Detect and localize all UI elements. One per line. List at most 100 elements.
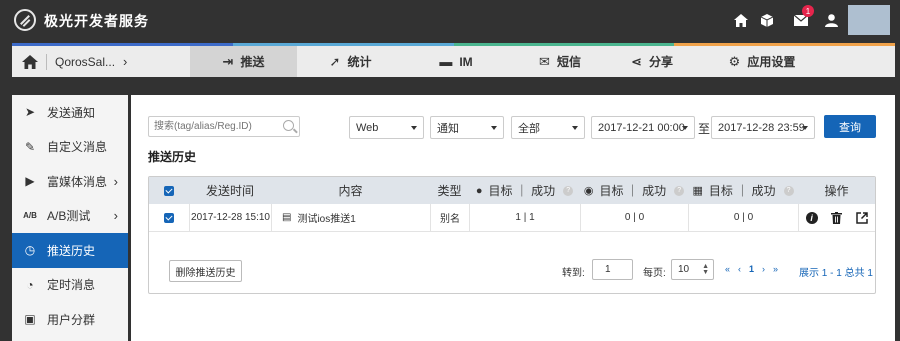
caret-down-icon (572, 126, 578, 130)
sidebar-item-send-notification[interactable]: ➤ 发送通知 (12, 95, 128, 130)
app-breadcrumb[interactable]: QorosSal... › (12, 46, 190, 77)
tab-push[interactable]: ⇥ 推送 (190, 46, 297, 77)
mail-icon[interactable]: 1 (788, 0, 814, 40)
main-nav: QorosSal... › ⇥ 推送 ➚ 统计 ▬ IM ✉ 短信 ⋖ 分享 ⚙… (12, 43, 895, 77)
sidebar-item-label: 自定义消息 (47, 140, 108, 155)
col-ios-label: 目标 ｜ 成功 (488, 184, 556, 198)
platform-select[interactable]: Web (349, 116, 424, 139)
cube-icon[interactable] (754, 0, 780, 40)
avatar[interactable] (848, 5, 890, 35)
search-icon[interactable] (283, 120, 294, 131)
info-icon: i (805, 211, 818, 224)
sidebar-item-rich-media[interactable]: ▶ 富媒体消息 › (12, 164, 128, 199)
spinner-icon: ▲ ▼ (702, 263, 709, 276)
jiguang-logo-icon[interactable] (14, 9, 36, 31)
send-icon: ➤ (24, 105, 36, 120)
col-type: 类型 (437, 184, 462, 198)
help-icon[interactable]: ? (783, 185, 794, 196)
per-page-value: 10 (678, 264, 690, 275)
message-type-select[interactable]: 通知 (430, 116, 504, 139)
home-icon[interactable] (728, 0, 754, 40)
sidebar-item-label: 定时消息 (47, 278, 96, 293)
goto-page-value: 1 (605, 264, 611, 275)
message-type-value: 通知 (437, 122, 459, 135)
tab-label: 统计 (347, 55, 372, 69)
row-checkbox[interactable] (164, 212, 174, 223)
cell-ios: 1 | 1 (469, 203, 580, 232)
delete-history-button[interactable]: 删除推送历史 (169, 260, 242, 282)
next-page-link[interactable]: › (762, 264, 765, 274)
main-content: Web 通知 全部 2017-12-21 00:00 至 2017-12-28 … (131, 95, 895, 341)
prev-page-link[interactable]: ‹ (738, 264, 741, 274)
windows-icon: ▦ (692, 185, 703, 197)
tab-label: 应用设置 (747, 55, 796, 69)
goto-page-input[interactable]: 1 (592, 259, 633, 280)
tab-label: 短信 (556, 55, 581, 69)
sidebar-item-label: 推送历史 (47, 243, 96, 258)
apple-icon: ● (475, 184, 483, 197)
breadcrumb-divider (46, 53, 47, 70)
sidebar: ➤ 发送通知 ✎ 自定义消息 ▶ 富媒体消息 › A/B A/B测试 › ◷ 推… (12, 95, 128, 341)
col-content: 内容 (338, 184, 363, 198)
section-title: 推送历史 (148, 150, 197, 164)
timer-icon: ◔ (26, 277, 34, 292)
document-icon: ▤ (282, 212, 292, 223)
brand-title[interactable]: 极光开发者服务 (44, 11, 149, 31)
tab-stats[interactable]: ➚ 统计 (297, 46, 404, 77)
end-time-select[interactable]: 2017-12-28 23:59 (711, 116, 815, 139)
caret-down-icon (491, 126, 497, 130)
trash-icon (831, 211, 843, 224)
user-icon[interactable] (818, 0, 844, 40)
sidebar-item-user-segments[interactable]: ▣ 用户分群 (12, 302, 128, 337)
cell-content: ▤ 测试ios推送1 (271, 203, 430, 232)
info-button[interactable]: i (802, 208, 821, 228)
sidebar-item-scheduled-message[interactable]: ◔ 定时消息 (12, 268, 128, 303)
external-link-icon (856, 211, 869, 224)
last-page-link[interactable]: » (773, 264, 778, 274)
caret-down-icon (682, 126, 688, 130)
content-text: 测试ios推送1 (297, 214, 356, 225)
page-link[interactable]: 1 (749, 264, 754, 274)
scope-value: 全部 (518, 122, 540, 135)
tab-im[interactable]: ▬ IM (404, 46, 508, 77)
history-panel: 发送时间 内容 类型 ● 目标 ｜ 成功 ? ◉ 目标 ｜ 成功 ? ▦ 目标 … (148, 176, 876, 294)
top-bar: 极光开发者服务 1 (0, 0, 900, 40)
clock-icon: ◷ (24, 243, 36, 258)
chevron-right-icon: › (123, 54, 128, 69)
help-icon[interactable]: ? (563, 185, 574, 196)
query-button[interactable]: 查询 (824, 115, 876, 138)
group-icon: ▣ (24, 312, 36, 327)
cell-type: 别名 (430, 203, 469, 232)
gear-icon: ⚙ (728, 53, 741, 69)
tab-share[interactable]: ⋖ 分享 (612, 46, 692, 77)
sidebar-item-label: 用户分群 (47, 312, 96, 327)
cell-android: 0 | 0 (580, 203, 688, 232)
sidebar-item-push-history[interactable]: ◷ 推送历史 (12, 233, 128, 268)
home-icon (22, 54, 38, 69)
col-send-time[interactable]: 发送时间 (189, 177, 271, 204)
help-icon[interactable]: ? (674, 185, 685, 196)
scope-select[interactable]: 全部 (511, 116, 585, 139)
per-page-select[interactable]: 10 ▲ ▼ (671, 259, 714, 280)
select-all-checkbox[interactable] (164, 185, 174, 196)
start-time-select[interactable]: 2017-12-21 00:00 (591, 116, 695, 139)
search-input[interactable] (149, 117, 277, 136)
share-icon: ⋖ (631, 53, 642, 69)
tab-label: 推送 (240, 55, 265, 69)
tab-sms[interactable]: ✉ 短信 (508, 46, 612, 77)
sms-icon: ✉ (539, 53, 550, 69)
col-ios: ● 目标 ｜ 成功 ? (469, 177, 580, 204)
end-time-value: 2017-12-28 23:59 (718, 121, 805, 134)
cell-windows: 0 | 0 (688, 203, 798, 232)
sidebar-item-custom-message[interactable]: ✎ 自定义消息 (12, 130, 128, 165)
delete-button[interactable] (827, 208, 846, 228)
tab-app-settings[interactable]: ⚙ 应用设置 (692, 46, 832, 77)
media-icon: ▶ (25, 174, 35, 189)
caret-down-icon (411, 126, 417, 130)
sidebar-item-ab-test[interactable]: A/B A/B测试 › (12, 199, 128, 234)
cell-actions: i (798, 203, 875, 232)
app-name: QorosSal... (55, 54, 116, 69)
first-page-link[interactable]: « (725, 264, 730, 274)
col-actions: 操作 (824, 184, 849, 198)
open-external-button[interactable] (853, 208, 872, 228)
